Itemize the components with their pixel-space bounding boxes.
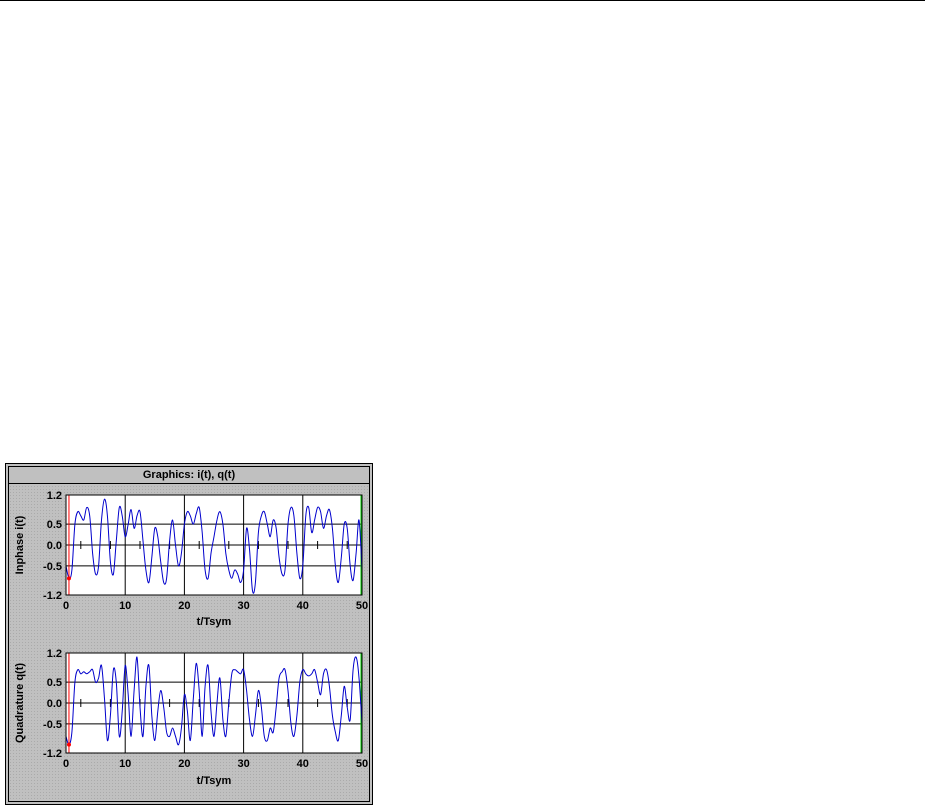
quadrature-ylabel: Quadrature q(t) — [14, 663, 26, 743]
inphase-xtick-label: 50 — [356, 600, 368, 612]
quadrature-ytick-label: 1.2 — [47, 648, 62, 660]
quadrature-ytick-label: -0.5 — [43, 719, 62, 731]
inphase-plot: 1.2 0.5 0.0 -0.5 -1.20 10 20 30 40 50 t/Tsym Inphas… — [14, 490, 368, 628]
top-rule — [0, 0, 925, 1]
inphase-ytick-label: -0.5 — [43, 561, 62, 573]
inphase-xlabel: t/Tsym — [197, 616, 232, 628]
quadrature-xlabel: t/Tsym — [197, 775, 232, 787]
quadrature-ytick-label: 0.0 — [47, 698, 62, 710]
inphase-ytick-label: 0.0 — [47, 540, 62, 552]
panel-title: Graphics: i(t), q(t) — [9, 467, 369, 484]
inphase-ylabel: Inphase i(t) — [14, 515, 26, 574]
quadrature-start-point — [66, 742, 71, 747]
quadrature-xtick-label: 30 — [237, 758, 249, 770]
graphics-panel: Graphics: i(t), q(t) 1.2 0.5 0.0 -0.5 -1.2 0 1… — [5, 463, 373, 805]
quadrature-xtick-label: 50 — [356, 758, 368, 770]
inphase-start-point — [66, 576, 71, 581]
quadrature-xtick-label: 20 — [178, 758, 190, 770]
inphase-ytick-label: 1.2 — [47, 490, 62, 502]
quadrature-xtick-label: 10 — [119, 758, 131, 770]
quadrature-ytick-label: 0.5 — [47, 677, 62, 689]
inphase-xtick-label: 10 — [119, 600, 131, 612]
inphase-ytick-label: -1.2 — [43, 590, 62, 602]
inphase-xtick-label: 20 — [178, 600, 190, 612]
graphics-panel-inner: Graphics: i(t), q(t) 1.2 0.5 0.0 -0.5 -1.2 0 1… — [8, 466, 370, 802]
quadrature-xtick-label: 0 — [63, 758, 69, 770]
inphase-xtick-label: 30 — [237, 600, 249, 612]
quadrature-ytick-label: -1.2 — [43, 748, 62, 760]
inphase-xtick-label: 40 — [297, 600, 309, 612]
inphase-xtick-label: 0 — [63, 600, 69, 612]
inphase-ytick-label: 0.5 — [47, 519, 62, 531]
quadrature-xtick-label: 40 — [297, 758, 309, 770]
quadrature-plot: 1.2 0.5 0.0 -0.5 -1.20 10 20 30 40 50 t/Tsym Quadra… — [14, 648, 368, 787]
